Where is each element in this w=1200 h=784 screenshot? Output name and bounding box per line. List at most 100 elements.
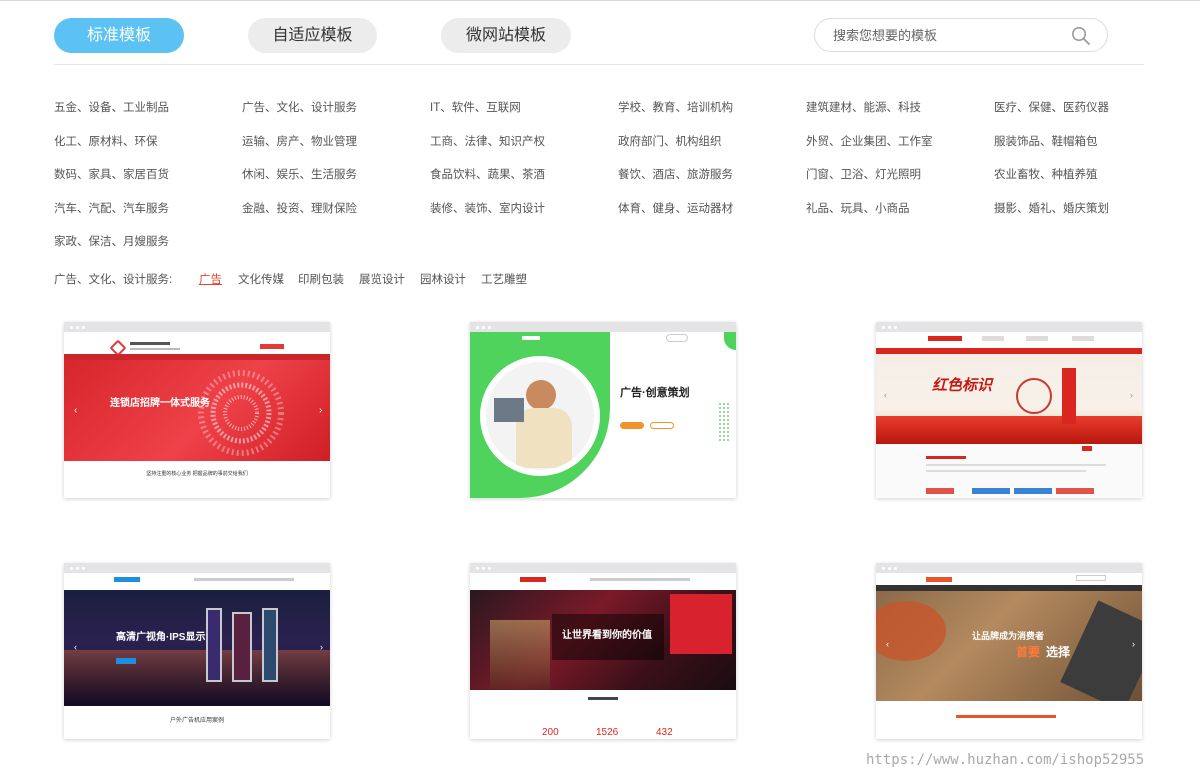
watermark: https://www.huzhan.com/ishop52955 — [866, 752, 1145, 768]
template-card[interactable]: 连锁店招牌一体式服务 ‹ › 坚持注重的核心业务 把握品牌的事前交给我们 — [64, 322, 330, 498]
logo — [926, 577, 952, 582]
browser-chrome — [470, 322, 736, 332]
banner: 高清广视角·IPS显示 ‹ › — [64, 590, 330, 706]
stat-value: 200 — [542, 727, 559, 738]
banner: 红色标识 ‹ › — [876, 354, 1142, 444]
template-card[interactable]: 让品牌成为消费者 首要 选择 ‹ › — [876, 563, 1142, 739]
contact-info — [982, 336, 1004, 341]
caption-line — [956, 715, 1056, 718]
browser-chrome — [876, 322, 1142, 332]
banner: 连锁店招牌一体式服务 ‹ › — [64, 360, 330, 461]
category-item[interactable]: IT、软件、互联网 — [430, 99, 521, 115]
red-ribbon — [876, 416, 1142, 444]
category-item[interactable]: 学校、教育、培训机构 — [618, 99, 733, 115]
category-item[interactable]: 政府部门、机构组织 — [618, 133, 722, 149]
subcategory-tag[interactable]: 展览设计 — [359, 271, 405, 287]
category-item[interactable]: 装修、装饰、室内设计 — [430, 200, 545, 216]
emblem — [1016, 378, 1052, 414]
banner-subtitle: 让品牌成为消费者 — [972, 631, 1045, 641]
monitor — [494, 398, 524, 422]
orange-chair — [876, 601, 946, 661]
category-item[interactable]: 医疗、保健、医药仪器 — [994, 99, 1109, 115]
text-line — [926, 470, 1086, 472]
category-item[interactable]: 广告、文化、设计服务 — [242, 99, 357, 115]
logo — [522, 336, 540, 340]
stat-value: 432 — [656, 727, 673, 738]
caption: 坚持注重的核心业务 把握品牌的事前交给我们 — [146, 471, 248, 477]
category-item[interactable]: 农业畜牧、种植养殖 — [994, 166, 1098, 182]
banner: 让品牌成为消费者 首要 选择 ‹ › — [876, 591, 1142, 701]
green-shape-right — [724, 332, 736, 350]
banner-title: 连锁店招牌一体式服务 — [110, 398, 210, 409]
next-arrow-icon[interactable]: › — [319, 405, 322, 416]
subcategory-tag[interactable]: 园林设计 — [420, 271, 466, 287]
prev-arrow-icon[interactable]: ‹ — [74, 405, 77, 416]
category-item[interactable]: 建筑建材、能源、科技 — [806, 99, 921, 115]
category-item[interactable]: 食品饮料、蔬果、茶酒 — [430, 166, 545, 182]
banner-highlight: 首要 — [1016, 645, 1041, 659]
top-border — [0, 0, 1200, 1]
display-stand — [206, 608, 222, 682]
category-item[interactable]: 数码、家具、家居百货 — [54, 166, 169, 182]
prev-arrow-icon[interactable]: ‹ — [884, 390, 887, 400]
prev-arrow-icon[interactable]: ‹ — [74, 642, 77, 652]
logo — [928, 336, 962, 341]
category-item[interactable]: 运输、房产、物业管理 — [242, 133, 357, 149]
ruler-tool — [1060, 600, 1142, 701]
orange-button — [620, 422, 644, 429]
next-arrow-icon[interactable]: › — [1130, 390, 1133, 400]
contact-info — [1072, 336, 1094, 341]
banner-title: 广告·创意策划 — [620, 387, 690, 399]
category-item[interactable]: 体育、健身、运动器材 — [618, 200, 733, 216]
template-card[interactable]: 广告·创意策划 — [470, 322, 736, 498]
tab-standard-template[interactable]: 标准模板 — [54, 18, 184, 53]
banner: 让世界看到你的价值 — [470, 590, 736, 690]
template-card[interactable]: 红色标识 ‹ › — [876, 322, 1142, 498]
search-icon[interactable] — [1071, 26, 1091, 46]
category-item[interactable]: 门窗、卫浴、灯光照明 — [806, 166, 921, 182]
nav-bar — [194, 578, 294, 581]
thumb — [972, 488, 1010, 494]
category-item[interactable]: 工商、法律、知识产权 — [430, 133, 545, 149]
subcategory-tag[interactable]: 工艺雕塑 — [481, 271, 527, 287]
section-title — [926, 456, 966, 459]
caption: 户外广告机应用案例 — [169, 718, 224, 724]
outline-button — [650, 422, 674, 429]
category-item[interactable]: 摄影、婚礼、婚庆策划 — [994, 200, 1109, 216]
category-item[interactable]: 汽车、汽配、汽车服务 — [54, 200, 169, 216]
nav-bar — [590, 578, 690, 581]
banner-title: 红色标识 — [932, 376, 993, 394]
tab-responsive-template[interactable]: 自适应模板 — [248, 18, 377, 53]
category-item[interactable]: 化工、原材料、环保 — [54, 133, 158, 149]
city-lights — [64, 650, 330, 706]
browser-chrome — [64, 322, 330, 332]
tab-micro-site-template[interactable]: 微网站模板 — [441, 18, 571, 53]
banner-title: 高清广视角·IPS显示 — [116, 632, 206, 643]
search-box — [814, 18, 1108, 52]
nav-button — [666, 334, 688, 342]
next-arrow-icon[interactable]: › — [320, 642, 323, 652]
prev-arrow-icon[interactable]: ‹ — [886, 639, 889, 649]
category-item[interactable]: 餐饮、酒店、旅游服务 — [618, 166, 733, 182]
category-item[interactable]: 礼品、玩具、小商品 — [806, 200, 910, 216]
search-input[interactable] — [833, 19, 1063, 51]
display-stand — [262, 608, 278, 682]
category-item[interactable]: 服装饰品、鞋帽箱包 — [994, 133, 1098, 149]
divider — [54, 64, 1144, 65]
subcategory-tag[interactable]: 文化传媒 — [238, 271, 284, 287]
category-item[interactable]: 休闲、娱乐、生活服务 — [242, 166, 357, 182]
subcategory-tag-ad[interactable]: 广告 — [199, 271, 222, 287]
building — [490, 620, 550, 690]
category-item[interactable]: 外贸、企业集团、工作室 — [806, 133, 933, 149]
logo — [520, 577, 546, 582]
subcategory-tag[interactable]: 印刷包装 — [298, 271, 344, 287]
template-card[interactable]: 高清广视角·IPS显示 ‹ › 户外广告机应用案例 — [64, 563, 330, 739]
hotline — [260, 344, 284, 349]
next-arrow-icon[interactable]: › — [1132, 639, 1135, 649]
browser-chrome — [876, 563, 1142, 573]
category-item[interactable]: 家政、保洁、月嫂服务 — [54, 233, 169, 249]
category-item[interactable]: 金融、投资、理财保险 — [242, 200, 357, 216]
photo-circle — [480, 356, 600, 476]
category-item[interactable]: 五金、设备、工业制品 — [54, 99, 169, 115]
template-card[interactable]: 让世界看到你的价值 200 1526 432 — [470, 563, 736, 739]
